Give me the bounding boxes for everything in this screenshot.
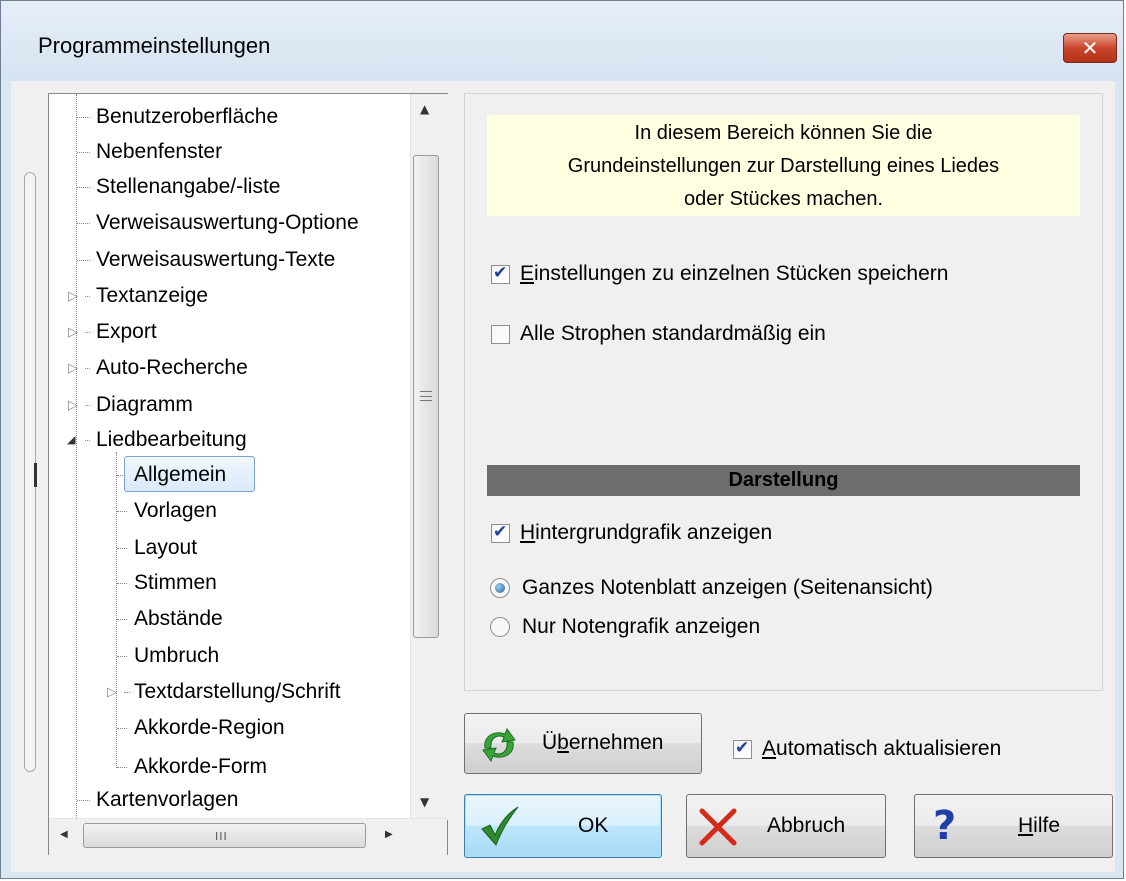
tree-item-verweisauswertung-texte[interactable]: Verweisauswertung-Texte (96, 248, 335, 272)
expand-arrow-icon[interactable]: ▷ (107, 686, 117, 700)
tree-item-allgemein[interactable]: Allgemein (134, 463, 226, 487)
expand-arrow-icon[interactable]: ▷ (68, 362, 78, 376)
tree-connector (117, 583, 127, 584)
checkbox-label: Einstellungen zu einzelnen Stücken speic… (520, 262, 949, 285)
info-line: Grundeinstellungen zur Darstellung eines… (567, 155, 1000, 177)
tree-connector (117, 767, 127, 768)
tree-connector (85, 405, 90, 406)
cancel-button[interactable]: Abbruch (686, 794, 886, 858)
tree-item-textdarstellung-schrift[interactable]: Textdarstellung/Schrift (134, 680, 341, 704)
checkmark-icon (478, 805, 520, 852)
ok-label: OK (578, 814, 609, 837)
expand-arrow-icon[interactable]: ▷ (68, 290, 78, 304)
tree-item-umbruch[interactable]: Umbruch (134, 644, 219, 668)
tree-item-auto-recherche[interactable]: Auto-Recherche (96, 356, 248, 380)
background-graphic-checkbox[interactable]: Hintergrundgrafik anzeigen (491, 521, 772, 545)
scrollbar-corner (410, 820, 447, 854)
help-label: Hilfe (1018, 814, 1061, 837)
ok-button[interactable]: OK (464, 794, 662, 858)
scroll-grip-icon: III (215, 830, 228, 843)
tree-connector (76, 94, 77, 818)
tree-item-export[interactable]: Export (96, 320, 157, 344)
radio-button[interactable] (490, 617, 510, 637)
tree-item-stimmen[interactable]: Stimmen (134, 571, 217, 595)
tree-connector (77, 187, 90, 188)
scroll-down-arrow-icon[interactable]: ▼ (420, 795, 429, 809)
tree-item-benutzeroberflaeche[interactable]: Benutzeroberfläche (96, 105, 278, 129)
checkbox-box[interactable] (491, 263, 510, 284)
cancel-x-icon (698, 807, 738, 852)
tree-item-liedbearbeitung[interactable]: Liedbearbeitung (96, 428, 247, 452)
tree-connector (77, 117, 90, 118)
tree-item-akkorde-region[interactable]: Akkorde-Region (134, 716, 285, 740)
tree-item-vorlagen[interactable]: Vorlagen (134, 499, 217, 523)
info-line: In diesem Bereich können Sie die (634, 122, 933, 144)
tree-item-layout[interactable]: Layout (134, 536, 197, 560)
tree-item-abstaende[interactable]: Abstände (134, 607, 223, 631)
tree-connector (85, 296, 90, 297)
apply-label: Übernehmen (542, 731, 664, 754)
info-box: In diesem Bereich können Sie die Grundei… (487, 115, 1080, 216)
scroll-grip-icon (420, 396, 432, 397)
tree-item-textanzeige[interactable]: Textanzeige (96, 284, 208, 308)
scroll-left-arrow-icon[interactable]: ◀ (60, 829, 68, 840)
auto-update-checkbox[interactable]: Automatisch aktualisieren (733, 737, 1001, 761)
tree-connector (117, 728, 127, 729)
info-line: oder Stückes machen. (684, 188, 883, 210)
tree-connector (124, 692, 130, 693)
title-bar[interactable]: Programmeinstellungen ✕ (1, 1, 1123, 81)
tree-connector (116, 452, 117, 768)
tree-connector (117, 548, 127, 549)
refresh-icon (477, 726, 521, 769)
section-header-darstellung: Darstellung (487, 465, 1080, 496)
radio-label: Nur Notengrafik anzeigen (522, 615, 761, 638)
tree-item-nebenfenster[interactable]: Nebenfenster (96, 140, 222, 164)
radio-notes-only[interactable]: Nur Notengrafik anzeigen (490, 615, 760, 639)
tree-connector (77, 800, 90, 801)
tree-connector (117, 619, 127, 620)
scroll-right-arrow-icon[interactable]: ▶ (385, 829, 393, 840)
checkbox-label: Alle Strophen standardmäßig ein (520, 322, 826, 345)
apply-button[interactable]: Übernehmen (464, 713, 702, 774)
tree-connector (77, 152, 90, 153)
checkbox-box[interactable] (491, 522, 510, 543)
radio-full-sheet[interactable]: Ganzes Notenblatt anzeigen (Seitenansich… (490, 576, 933, 600)
tree-connector (85, 332, 90, 333)
help-icon: ? (933, 803, 957, 849)
tree-connector (85, 440, 90, 441)
tree-item-diagramm[interactable]: Diagramm (96, 393, 193, 417)
tree-item-stellenangabe[interactable]: Stellenangabe/-liste (96, 175, 280, 199)
tree-item-akkorde-form[interactable]: Akkorde-Form (134, 755, 267, 779)
checkbox-label: Automatisch aktualisieren (762, 737, 1002, 760)
close-button[interactable]: ✕ (1063, 33, 1117, 63)
save-per-piece-checkbox[interactable]: Einstellungen zu einzelnen Stücken speic… (491, 262, 948, 286)
splitter-grip[interactable] (34, 463, 37, 487)
tree-connector (85, 368, 90, 369)
tree-connector (117, 511, 127, 512)
tree-connector (117, 656, 127, 657)
radio-button[interactable] (490, 578, 510, 598)
window-title: Programmeinstellungen (38, 33, 271, 58)
tree-connector (77, 223, 90, 224)
checkbox-box[interactable] (733, 738, 752, 759)
expand-arrow-icon[interactable]: ▷ (68, 326, 78, 340)
help-button[interactable]: ? Hilfe (914, 794, 1113, 858)
checkbox-box[interactable] (491, 324, 510, 344)
close-icon: ✕ (1081, 36, 1099, 60)
checkbox-label: Hintergrundgrafik anzeigen (520, 521, 773, 544)
expand-arrow-icon[interactable]: ▷ (68, 399, 78, 413)
tree-item-verweisauswertung-optionen[interactable]: Verweisauswertung-Optione (96, 211, 359, 235)
radio-label: Ganzes Notenblatt anzeigen (Seitenansich… (522, 576, 933, 599)
scroll-up-arrow-icon[interactable]: ▲ (420, 102, 429, 116)
tree-connector (77, 260, 90, 261)
cancel-label: Abbruch (767, 814, 846, 837)
all-verses-checkbox[interactable]: Alle Strophen standardmäßig ein (491, 322, 826, 346)
tree-item-kartenvorlagen[interactable]: Kartenvorlagen (96, 788, 238, 812)
collapse-arrow-icon[interactable]: ◢ (67, 433, 75, 447)
